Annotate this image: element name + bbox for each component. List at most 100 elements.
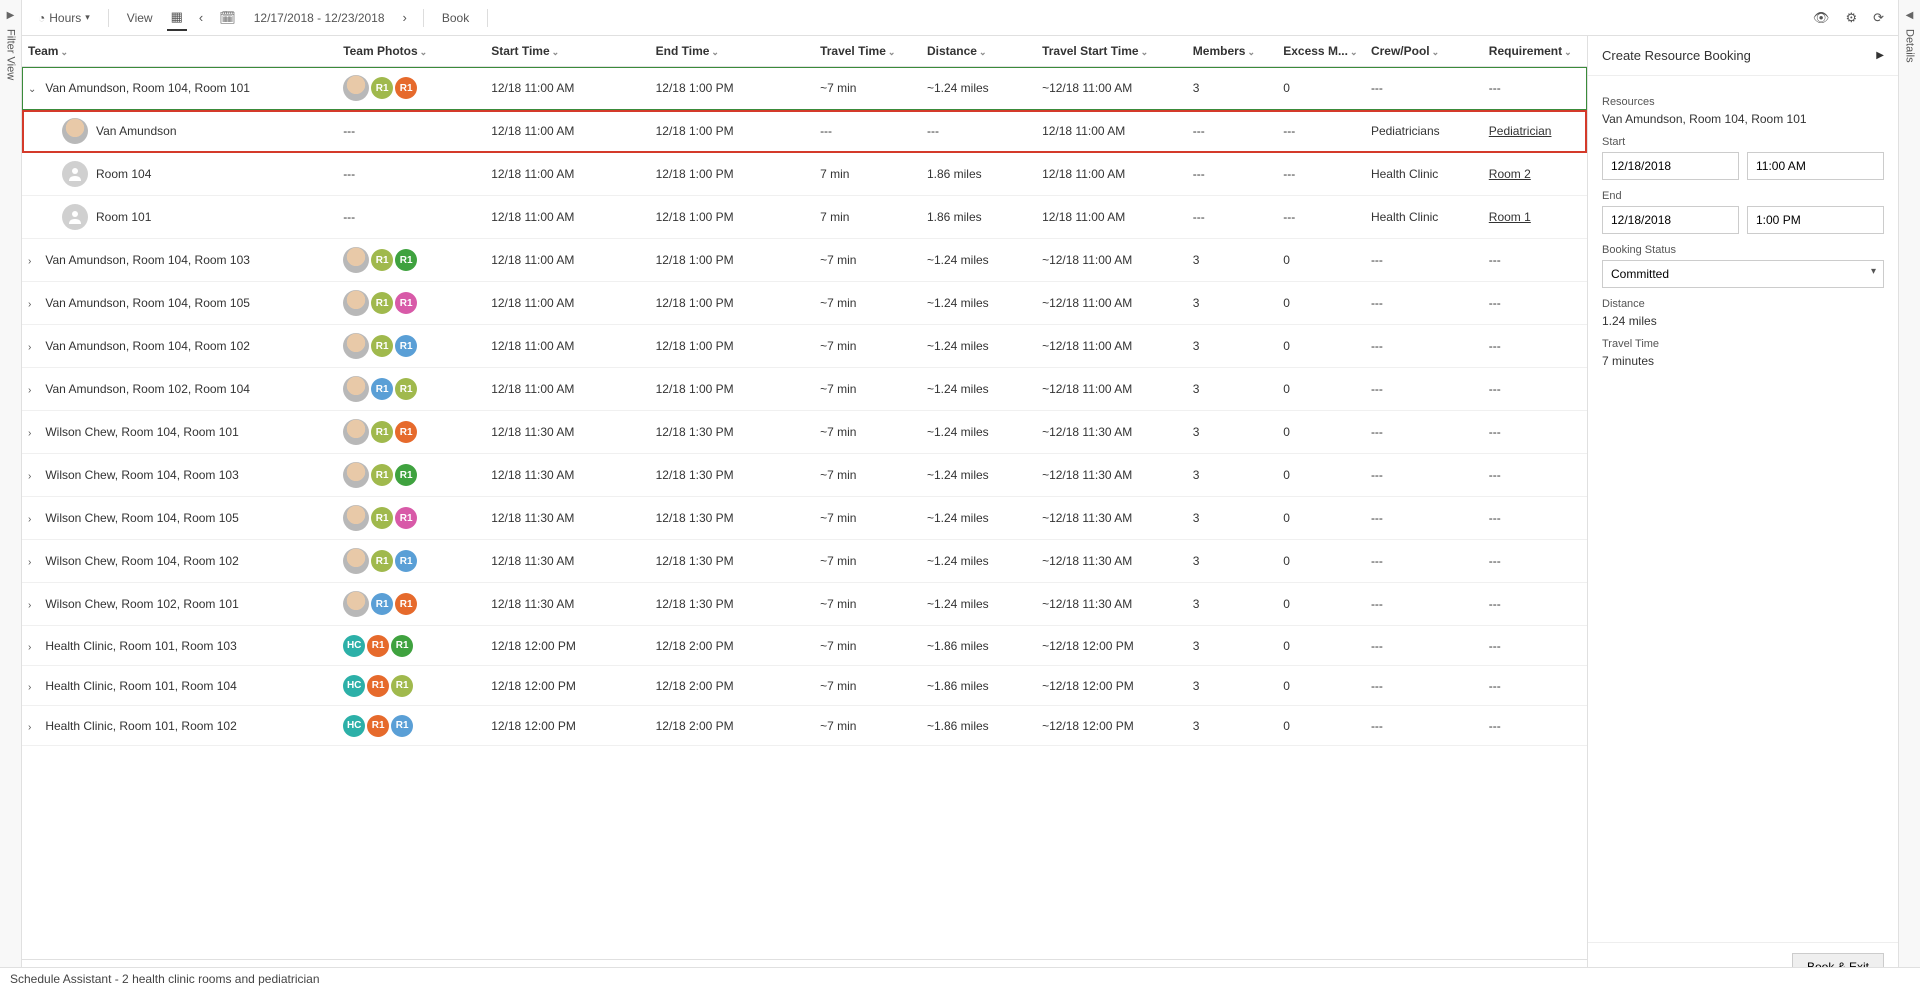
- requirement: ---: [1483, 368, 1587, 411]
- end-date-input[interactable]: [1602, 206, 1739, 234]
- resource-badge: R1: [395, 550, 417, 572]
- expander-icon[interactable]: ›: [28, 385, 42, 396]
- crew: ---: [1365, 325, 1483, 368]
- expander-icon[interactable]: ›: [28, 256, 42, 267]
- separator: [487, 9, 488, 27]
- gear-icon[interactable]: ⚙: [1841, 6, 1861, 30]
- col-photos[interactable]: Team Photos⌄: [337, 36, 485, 67]
- distance: 1.86 miles: [921, 196, 1036, 239]
- col-excess[interactable]: Excess M...⌄: [1277, 36, 1365, 67]
- table-row[interactable]: › Wilson Chew, Room 102, Room 101R1R112/…: [22, 583, 1587, 626]
- excess: ---: [1277, 110, 1365, 153]
- resource-badge: HC: [343, 675, 365, 697]
- chevron-right-icon[interactable]: ▶: [7, 10, 15, 21]
- excess: 0: [1277, 368, 1365, 411]
- refresh-icon[interactable]: ⟳: [1869, 6, 1888, 30]
- table-row[interactable]: › Health Clinic, Room 101, Room 103HCR1R…: [22, 626, 1587, 666]
- distance: ~1.24 miles: [921, 67, 1036, 110]
- next-period-icon[interactable]: ›: [399, 6, 411, 29]
- expander-icon[interactable]: ›: [28, 471, 42, 482]
- distance-label: Distance: [1602, 298, 1884, 310]
- col-members[interactable]: Members⌄: [1187, 36, 1277, 67]
- team-photos: R1R1: [343, 548, 479, 574]
- end-time: 12/18 1:00 PM: [650, 196, 814, 239]
- start-time: 12/18 11:30 AM: [485, 583, 649, 626]
- members: ---: [1187, 153, 1277, 196]
- table-row[interactable]: Van Amundson---12/18 11:00 AM12/18 1:00 …: [22, 110, 1587, 153]
- travel-start: 12/18 11:00 AM: [1036, 153, 1187, 196]
- table-row[interactable]: Room 101---12/18 11:00 AM12/18 1:00 PM7 …: [22, 196, 1587, 239]
- distance: ~1.24 miles: [921, 239, 1036, 282]
- start-time-input[interactable]: [1747, 152, 1884, 180]
- separator: [423, 9, 424, 27]
- resources-label: Resources: [1602, 96, 1884, 108]
- members: 3: [1187, 583, 1277, 626]
- col-distance[interactable]: Distance⌄: [921, 36, 1036, 67]
- avatar: [343, 591, 369, 617]
- end-time-input[interactable]: [1747, 206, 1884, 234]
- table-row[interactable]: › Van Amundson, Room 104, Room 105R1R112…: [22, 282, 1587, 325]
- table-row[interactable]: ⌄ Van Amundson, Room 104, Room 101R1R112…: [22, 67, 1587, 110]
- col-start[interactable]: Start Time⌄: [485, 36, 649, 67]
- table-row[interactable]: › Wilson Chew, Room 104, Room 102R1R112/…: [22, 540, 1587, 583]
- filter-rail[interactable]: ▶ Filter View: [0, 0, 22, 991]
- table-row[interactable]: › Wilson Chew, Room 104, Room 105R1R112/…: [22, 497, 1587, 540]
- expander-icon[interactable]: ›: [28, 642, 42, 653]
- caret-down-icon: ▾: [85, 12, 90, 23]
- excess: 0: [1277, 583, 1365, 626]
- col-team[interactable]: Team⌄: [22, 36, 337, 67]
- requirement-link[interactable]: Room 2: [1489, 167, 1531, 181]
- eye-icon[interactable]: 👁: [1809, 6, 1834, 30]
- end-time: 12/18 1:00 PM: [650, 153, 814, 196]
- table-row[interactable]: › Van Amundson, Room 102, Room 104R1R112…: [22, 368, 1587, 411]
- start-date-input[interactable]: [1602, 152, 1739, 180]
- details-rail-label: Details: [1904, 29, 1916, 63]
- travel-time: 7 min: [814, 196, 921, 239]
- distance: ~1.86 miles: [921, 706, 1036, 746]
- requirement: ---: [1483, 706, 1587, 746]
- grid-view-icon[interactable]: ▦: [167, 5, 187, 31]
- expander-icon[interactable]: ⌄: [28, 84, 42, 95]
- travel-start: 12/18 11:00 AM: [1036, 196, 1187, 239]
- panel-title: Create Resource Booking: [1602, 48, 1751, 63]
- table-row[interactable]: › Wilson Chew, Room 104, Room 101R1R112/…: [22, 411, 1587, 454]
- table-row[interactable]: Room 104---12/18 11:00 AM12/18 1:00 PM7 …: [22, 153, 1587, 196]
- calendar-icon[interactable]: 🗓: [215, 6, 240, 30]
- expander-icon[interactable]: ›: [28, 299, 42, 310]
- resource-name: Room 101: [96, 210, 151, 224]
- table-row[interactable]: › Health Clinic, Room 101, Room 102HCR1R…: [22, 706, 1587, 746]
- chevron-right-icon[interactable]: ▶: [1876, 50, 1884, 61]
- book-button[interactable]: Book: [436, 7, 475, 29]
- col-tstart[interactable]: Travel Start Time⌄: [1036, 36, 1187, 67]
- expander-icon[interactable]: ›: [28, 600, 42, 611]
- col-end[interactable]: End Time⌄: [650, 36, 814, 67]
- table-row[interactable]: › Van Amundson, Room 104, Room 102R1R112…: [22, 325, 1587, 368]
- col-travel[interactable]: Travel Time⌄: [814, 36, 921, 67]
- expander-icon[interactable]: ›: [28, 557, 42, 568]
- table-row[interactable]: › Van Amundson, Room 104, Room 103R1R112…: [22, 239, 1587, 282]
- details-rail[interactable]: ◀ Details: [1898, 0, 1920, 991]
- travel-time: ~7 min: [814, 411, 921, 454]
- team-photos: ---: [337, 110, 485, 153]
- separator: [108, 9, 109, 27]
- travel-time: ~7 min: [814, 325, 921, 368]
- hours-dropdown[interactable]: ◔ Hours ▾: [32, 7, 96, 29]
- expander-icon[interactable]: ›: [28, 514, 42, 525]
- table-row[interactable]: › Health Clinic, Room 101, Room 104HCR1R…: [22, 666, 1587, 706]
- expander-icon[interactable]: ›: [28, 722, 42, 733]
- expander-icon[interactable]: ›: [28, 342, 42, 353]
- requirement: ---: [1483, 540, 1587, 583]
- table-row[interactable]: › Wilson Chew, Room 104, Room 103R1R112/…: [22, 454, 1587, 497]
- date-range[interactable]: 12/17/2018 - 12/23/2018: [248, 7, 391, 29]
- chevron-left-icon[interactable]: ◀: [1906, 10, 1914, 21]
- requirement-link[interactable]: Room 1: [1489, 210, 1531, 224]
- col-crew[interactable]: Crew/Pool⌄: [1365, 36, 1483, 67]
- col-req[interactable]: Requirement⌄: [1483, 36, 1587, 67]
- expander-icon[interactable]: ›: [28, 682, 42, 693]
- prev-period-icon[interactable]: ‹: [195, 6, 207, 29]
- booking-status-select[interactable]: Committed: [1602, 260, 1884, 288]
- team-name: Van Amundson, Room 104, Room 101: [45, 81, 250, 95]
- expander-icon[interactable]: ›: [28, 428, 42, 439]
- requirement-link[interactable]: Pediatrician: [1489, 124, 1552, 138]
- distance: ~1.24 miles: [921, 454, 1036, 497]
